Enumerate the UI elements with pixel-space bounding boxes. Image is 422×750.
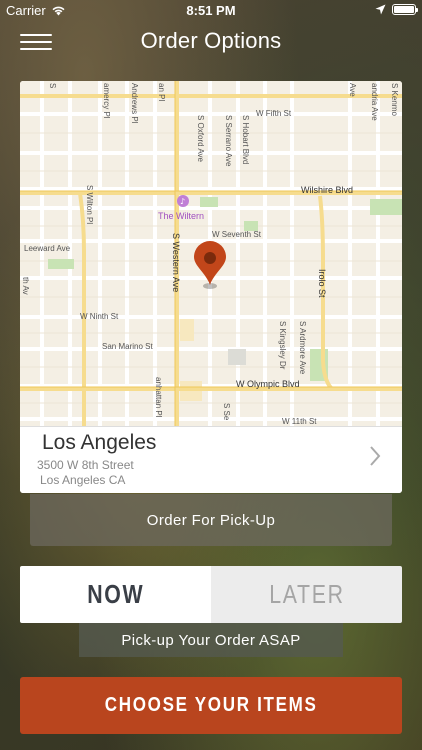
location-city: Los Angeles bbox=[42, 431, 157, 454]
now-label: NOW bbox=[86, 579, 145, 609]
asap-note: Pick-up Your Order ASAP bbox=[79, 623, 343, 657]
status-time: 8:51 PM bbox=[186, 3, 236, 18]
location-arrow-icon bbox=[375, 4, 386, 15]
map-label-manhattan: anhattan Pl bbox=[154, 377, 163, 418]
map-label-kenmore: S Kenmo bbox=[390, 83, 399, 116]
status-bar: Carrier 8:51 PM bbox=[0, 0, 422, 22]
map-label-olympic: W Olympic Blvd bbox=[236, 379, 300, 389]
map-poi-wiltern: The Wiltern bbox=[158, 211, 204, 221]
battery-icon bbox=[392, 4, 418, 15]
choose-items-button[interactable]: CHOOSE YOUR ITEMS bbox=[20, 677, 402, 734]
nav-bar: Order Options bbox=[0, 22, 422, 66]
svg-text:♪: ♪ bbox=[180, 197, 185, 206]
map-label-western: S Western Ave bbox=[171, 233, 181, 292]
map-label-andrews: Andrews Pl bbox=[130, 83, 139, 124]
status-right-group bbox=[375, 4, 418, 15]
location-city-state: Los Angeles CA bbox=[40, 473, 126, 487]
map-graphic: Wilshire Blvd W Olympic Blvd W Fifth St … bbox=[20, 81, 402, 426]
map-label-irolo: Irolo St bbox=[317, 269, 327, 298]
map-label-s-fragment: Ave bbox=[348, 83, 357, 97]
map-label-oxford: S Oxford Ave bbox=[196, 115, 205, 163]
now-option[interactable]: NOW bbox=[20, 566, 211, 623]
map-label-serrano: S Serrano Ave bbox=[224, 115, 233, 167]
map-label-11th: W 11th St bbox=[282, 417, 317, 426]
map-label-wilshire: Wilshire Blvd bbox=[301, 185, 353, 195]
location-card[interactable]: Wilshire Blvd W Olympic Blvd W Fifth St … bbox=[20, 81, 402, 493]
map-label-serrano-lower: S Se bbox=[222, 403, 231, 421]
map-label-an-pl: an Pl bbox=[157, 83, 166, 101]
map-label-left-fragment: th Av bbox=[21, 277, 30, 295]
map-label-seventh: W Seventh St bbox=[212, 230, 262, 239]
map-label-san-marino: San Marino St bbox=[102, 342, 153, 351]
later-label: LATER bbox=[268, 579, 345, 609]
map-label-wilton: S Wilton Pl bbox=[85, 185, 94, 224]
choose-items-label: CHOOSE YOUR ITEMS bbox=[104, 694, 318, 716]
order-pickup-button[interactable]: Order For Pick-Up bbox=[30, 494, 392, 546]
map-label-hobart: S Hobart Blvd bbox=[241, 115, 250, 164]
map-label-ardmore: S Ardmore Ave bbox=[298, 321, 307, 375]
chevron-right-icon[interactable] bbox=[368, 445, 382, 467]
map-label-leeward: Leeward Ave bbox=[24, 244, 71, 253]
map-label-kingsley: S Kingsley Dr bbox=[278, 321, 287, 370]
map-label-gramercy: amercy Pl bbox=[102, 83, 111, 119]
page-title: Order Options bbox=[140, 28, 282, 53]
map-label-ninth: W Ninth St bbox=[80, 312, 119, 321]
map-view[interactable]: Wilshire Blvd W Olympic Blvd W Fifth St … bbox=[20, 81, 402, 426]
map-label-fifth: W Fifth St bbox=[256, 109, 292, 118]
location-info[interactable]: Los Angeles 3500 W 8th Street Los Angele… bbox=[20, 426, 402, 493]
later-option[interactable]: LATER bbox=[211, 566, 402, 623]
time-toggle: NOW LATER bbox=[20, 566, 402, 623]
map-label-left-s: S bbox=[48, 83, 57, 88]
map-label-alexandria: andria Ave bbox=[370, 83, 379, 121]
location-street: 3500 W 8th Street bbox=[37, 458, 134, 472]
